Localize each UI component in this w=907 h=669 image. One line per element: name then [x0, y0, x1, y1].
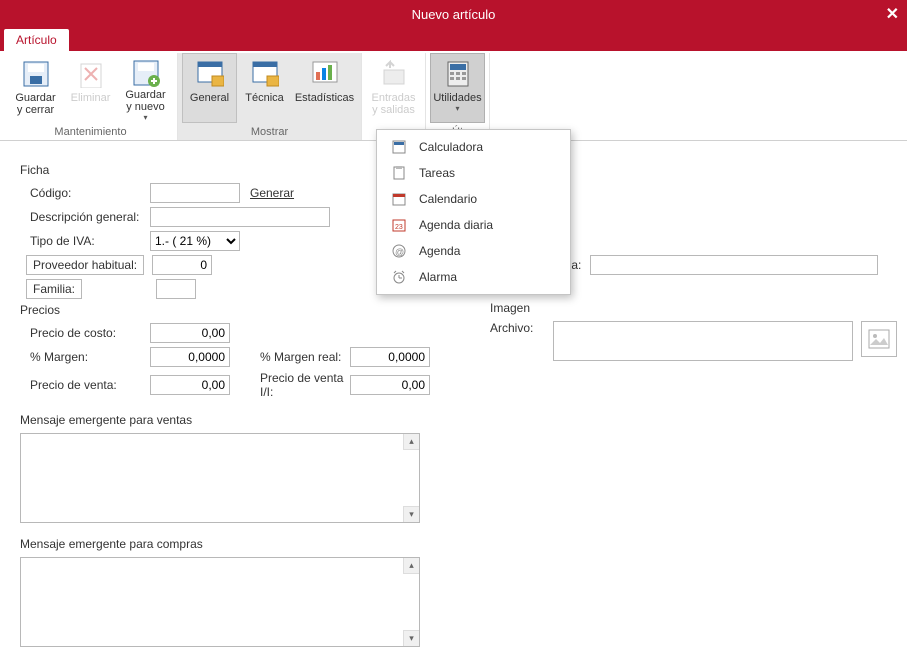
save-new-button[interactable]: Guardary nuevo ▾ — [118, 53, 173, 123]
menu-label: Agenda diaria — [419, 218, 493, 232]
venta-input[interactable] — [150, 375, 230, 395]
save-close-label: Guardary cerrar — [15, 92, 55, 116]
msg-compras-textarea[interactable]: ▴ ▾ — [20, 557, 420, 647]
menu-label: Alarma — [419, 270, 457, 284]
archivo-input[interactable] — [553, 321, 853, 361]
menu-label: Agenda — [419, 244, 460, 258]
chart-icon — [309, 58, 341, 90]
form-icon — [249, 58, 281, 90]
descripcion-input[interactable] — [150, 207, 330, 227]
section-imagen: Imagen — [490, 301, 897, 315]
group-label-mostrar: Mostrar — [251, 126, 288, 140]
general-button[interactable]: General — [182, 53, 237, 123]
group-label-mantenimiento: Mantenimiento — [54, 126, 126, 140]
entradas-salidas-button: Entradasy salidas — [366, 53, 421, 123]
chevron-down-icon: ▾ — [455, 104, 459, 113]
costo-input[interactable] — [150, 323, 230, 343]
utilidades-label: Utilidades — [433, 92, 481, 104]
save-new-icon — [130, 58, 162, 87]
general-label: General — [190, 92, 229, 104]
label-venta: Precio de venta: — [20, 378, 150, 392]
menu-calendario[interactable]: Calendario — [377, 186, 570, 212]
menu-label: Calculadora — [419, 140, 483, 154]
delete-button: Eliminar — [63, 53, 118, 123]
menu-label: Tareas — [419, 166, 455, 180]
imagen-block: Imagen Archivo: — [490, 295, 897, 361]
scroll-down-icon[interactable]: ▾ — [403, 630, 419, 646]
label-iva: Tipo de IVA: — [20, 234, 150, 248]
label-costo: Precio de costo: — [20, 326, 150, 340]
calculator-icon — [442, 58, 474, 90]
form-icon — [194, 58, 226, 90]
codigo-input[interactable] — [150, 183, 240, 203]
picture-icon — [868, 329, 890, 349]
label-codigo: Código: — [20, 186, 150, 200]
calendar-icon — [389, 191, 409, 207]
tab-articulo[interactable]: Artículo — [4, 29, 69, 51]
scroll-up-icon[interactable]: ▴ — [403, 434, 419, 450]
scroll-up-icon[interactable]: ▴ — [403, 558, 419, 574]
iva-select[interactable]: 1.- ( 21 %) — [150, 231, 240, 251]
referencia-input[interactable] — [590, 255, 878, 275]
svg-text:23: 23 — [395, 224, 403, 231]
chevron-down-icon: ▾ — [143, 113, 147, 122]
delete-label: Eliminar — [71, 92, 111, 104]
menu-agenda[interactable]: @ Agenda — [377, 238, 570, 264]
section-msg-ventas: Mensaje emergente para ventas — [20, 413, 887, 427]
window-title: Nuevo artículo — [412, 7, 496, 22]
familia-input[interactable] — [156, 279, 196, 299]
label-proveedor[interactable]: Proveedor habitual: — [26, 255, 144, 275]
venta-ii-input[interactable] — [350, 375, 430, 395]
margen-real-input[interactable] — [350, 347, 430, 367]
proveedor-input[interactable] — [152, 255, 212, 275]
svg-text:@: @ — [395, 247, 404, 257]
estadisticas-button[interactable]: Estadísticas — [292, 53, 357, 123]
generar-link[interactable]: Generar — [240, 186, 294, 200]
menu-alarma[interactable]: Alarma — [377, 264, 570, 290]
scroll-down-icon[interactable]: ▾ — [403, 506, 419, 522]
tecnica-label: Técnica — [245, 92, 284, 104]
box-arrows-icon — [378, 58, 410, 90]
menu-label: Calendario — [419, 192, 477, 206]
label-descripcion: Descripción general: — [20, 210, 150, 224]
utilidades-button[interactable]: Utilidades ▾ — [430, 53, 485, 123]
save-close-button[interactable]: Guardary cerrar — [8, 53, 63, 123]
ribbon: Guardary cerrar Eliminar Guardary nuevo … — [0, 51, 907, 141]
titlebar: Nuevo artículo ✕ — [0, 0, 907, 28]
margen-input[interactable] — [150, 347, 230, 367]
at-icon: @ — [389, 243, 409, 259]
label-familia[interactable]: Familia: — [26, 279, 82, 299]
delete-icon — [75, 58, 107, 90]
image-browse-button[interactable] — [861, 321, 897, 357]
label-margen-real: % Margen real: — [230, 350, 350, 364]
estadisticas-label: Estadísticas — [295, 92, 354, 104]
clipboard-icon — [389, 165, 409, 181]
tab-row: Artículo — [0, 28, 907, 51]
group-utilidades: Utilidades ▾ Út — [426, 53, 490, 140]
alarm-icon — [389, 269, 409, 285]
menu-tareas[interactable]: Tareas — [377, 160, 570, 186]
close-icon[interactable]: ✕ — [886, 4, 899, 24]
group-mantenimiento: Guardary cerrar Eliminar Guardary nuevo … — [4, 53, 178, 140]
entradas-salidas-label: Entradasy salidas — [371, 92, 415, 116]
group-inout: Entradasy salidas — [362, 53, 426, 140]
calculator-icon — [389, 139, 409, 155]
tab-label: Artículo — [16, 33, 57, 47]
group-mostrar: General Técnica Estadísticas Mostrar — [178, 53, 362, 140]
label-margen: % Margen: — [20, 350, 150, 364]
label-archivo: Archivo: — [490, 321, 545, 335]
tecnica-button[interactable]: Técnica — [237, 53, 292, 123]
label-venta-ii: Precio de venta I/I: — [230, 371, 350, 399]
save-new-label: Guardary nuevo — [125, 89, 165, 113]
msg-ventas-textarea[interactable]: ▴ ▾ — [20, 433, 420, 523]
utilidades-dropdown: Calculadora Tareas Calendario 23 Agenda … — [376, 129, 571, 295]
save-icon — [20, 58, 52, 90]
calendar-day-icon: 23 — [389, 217, 409, 233]
section-msg-compras: Mensaje emergente para compras — [20, 537, 887, 551]
menu-calculadora[interactable]: Calculadora — [377, 134, 570, 160]
menu-agenda-diaria[interactable]: 23 Agenda diaria — [377, 212, 570, 238]
referencia-block: Referencia: — [520, 255, 878, 275]
